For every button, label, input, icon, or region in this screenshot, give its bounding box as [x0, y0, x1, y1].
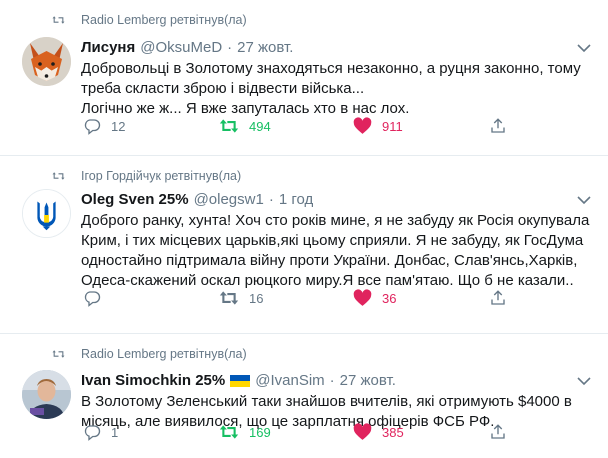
retweeted-by-label[interactable]: Ігор Гордійчук ретвітнув(ла) [81, 169, 241, 183]
retweet-count: 494 [249, 118, 271, 134]
reply-icon [84, 119, 101, 135]
tweet-text: В Золотому Зеленський таки знайшов вчите… [81, 392, 598, 432]
tweet-text-line: Доброго ранку, хунта! Хоч сто років мине… [81, 212, 590, 229]
tweet-text-line: Одеса-скажений оскал рюцкого миру.Я все … [81, 272, 574, 289]
like-button[interactable]: 36 [353, 289, 396, 307]
avatar[interactable] [22, 37, 71, 86]
reply-button[interactable] [83, 289, 111, 307]
retweet-count: 169 [249, 424, 271, 440]
tweet-header: Ivan Simochkin 25% @IvanSim · 27 жовт. [81, 370, 598, 390]
tweet-text: Доброго ранку, хунта! Хоч сто років мине… [81, 211, 598, 291]
retweet-button[interactable]: 169 [219, 423, 271, 441]
share-icon [491, 118, 505, 133]
tweet[interactable]: Radio Lemberg ретвітнув(ла) Лисуня @Oksu… [0, 0, 608, 156]
heart-icon [353, 423, 372, 440]
tweet-header: Oleg Sven 25% @olegsw1 · 1 год [81, 189, 598, 209]
chevron-down-icon[interactable] [576, 195, 592, 205]
retweeted-by-label[interactable]: Radio Lemberg ретвітнув(ла) [81, 347, 247, 361]
share-icon [491, 424, 505, 439]
tweet[interactable]: Radio Lemberg ретвітнув(ла) Ivan Simochk… [0, 334, 608, 458]
share-button[interactable] [489, 423, 517, 441]
share-button[interactable] [489, 117, 517, 135]
like-count: 911 [382, 118, 403, 134]
tweet-text-line: одностайно підтримала війну проти Україн… [81, 252, 578, 269]
like-button[interactable]: 911 [353, 117, 403, 135]
tweet[interactable]: Ігор Гордійчук ретвітнув(ла) Oleg Sven 2… [0, 156, 608, 334]
chevron-down-icon[interactable] [576, 43, 592, 53]
person-avatar-icon [22, 370, 71, 419]
heart-icon [353, 289, 372, 306]
author-handle[interactable]: @OksuMeD [140, 39, 222, 56]
reply-count: 12 [111, 118, 126, 134]
share-icon [491, 290, 505, 305]
retweeted-by: Ігор Гордійчук ретвітнув(ла) [60, 169, 241, 183]
timeline-feed: Radio Lemberg ретвітнув(ла) Лисуня @Oksu… [0, 0, 608, 458]
retweet-icon [219, 425, 239, 439]
tweet-time[interactable]: 27 жовт. [340, 372, 396, 389]
reply-button[interactable]: 12 [83, 117, 125, 135]
tweet-time[interactable]: 1 год [279, 191, 313, 208]
separator-dot: · [227, 38, 233, 56]
retweet-button[interactable]: 16 [219, 289, 263, 307]
tweet-text-line: місяць, але виявилося, що це зарплатня о… [81, 413, 495, 430]
retweeted-by-label[interactable]: Radio Lemberg ретвітнув(ла) [81, 13, 247, 27]
avatar[interactable] [22, 370, 71, 419]
tweet-text-line: Крим, і тих місцевих царьків,які цьому с… [81, 232, 584, 249]
author-name[interactable]: Лисуня [81, 39, 135, 56]
tweet-text: Добровольці в Золотому знаходяться незак… [81, 59, 598, 119]
tweet-header: Лисуня @OksuMeD · 27 жовт. [81, 37, 598, 57]
heart-icon [353, 117, 372, 134]
retweet-icon [219, 119, 239, 133]
ukraine-flag-icon [230, 374, 251, 387]
chevron-down-icon[interactable] [576, 376, 592, 386]
share-button[interactable] [489, 289, 517, 307]
retweet-count: 16 [249, 290, 264, 306]
author-handle[interactable]: @IvanSim [255, 372, 324, 389]
tweet-time[interactable]: 27 жовт. [237, 39, 293, 56]
reply-count: 1 [111, 424, 119, 440]
tweet-text-line: Добровольці в Золотому знаходяться незак… [81, 60, 581, 77]
author-name[interactable]: Ivan Simochkin 25% [81, 372, 225, 389]
like-button[interactable]: 385 [353, 423, 404, 441]
separator-dot: · [268, 190, 274, 208]
trident-avatar-icon [23, 190, 70, 237]
author-handle[interactable]: @olegsw1 [194, 191, 264, 208]
avatar[interactable] [22, 189, 71, 238]
retweeted-by: Radio Lemberg ретвітнув(ла) [60, 347, 247, 361]
author-name[interactable]: Oleg Sven 25% [81, 191, 189, 208]
retweeted-by: Radio Lemberg ретвітнув(ла) [60, 13, 247, 27]
separator-dot: · [329, 371, 335, 389]
like-count: 36 [382, 290, 397, 306]
reply-icon [84, 425, 101, 441]
reply-icon [84, 291, 101, 307]
tweet-text-line: В Золотому Зеленський таки знайшов вчите… [81, 393, 572, 410]
reply-button[interactable]: 1 [83, 423, 118, 441]
retweet-icon [219, 291, 239, 305]
tweet-text-line: Логічно же ж... Я вже запуталась хто в н… [81, 100, 410, 117]
tweet-text-line: треба скласти зброю і відвести війська..… [81, 80, 365, 97]
like-count: 385 [382, 424, 404, 440]
fox-avatar-icon [22, 37, 71, 86]
retweet-button[interactable]: 494 [219, 117, 271, 135]
